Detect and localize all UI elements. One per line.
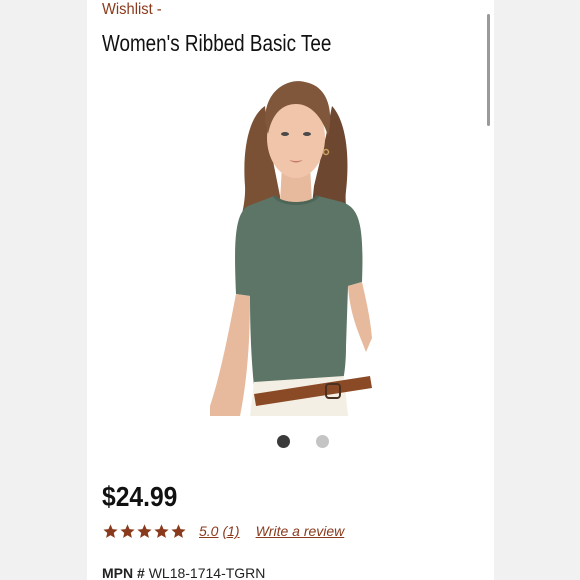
star-rating[interactable] [102, 523, 187, 540]
rating-value: 5.0 [199, 523, 219, 539]
carousel-dots [277, 435, 351, 449]
left-margin [0, 0, 87, 580]
rating-row: 5.0 (1) Write a review [102, 521, 344, 541]
star-icon [120, 523, 135, 538]
mpn-label: MPN # [102, 565, 145, 580]
write-review-link[interactable]: Write a review [256, 523, 345, 539]
star-icon [171, 523, 186, 538]
mpn-value: WL18-1714-TGRN [148, 565, 266, 580]
right-margin [494, 0, 580, 580]
review-count: (1) [222, 523, 240, 539]
product-title: Women's Ribbed Basic Tee [102, 30, 332, 56]
carousel-dot-1[interactable] [277, 435, 290, 448]
product-image[interactable] [210, 76, 378, 416]
product-price: $24.99 [102, 481, 178, 512]
star-icon [154, 523, 169, 538]
product-panel: Wishlist - Women's Ribbed Basic Tee $24.… [87, 0, 494, 580]
scrollbar[interactable] [487, 14, 490, 126]
star-icon [103, 523, 118, 538]
carousel-dot-2[interactable] [316, 435, 330, 448]
star-icon [137, 523, 152, 538]
breadcrumb-wishlist[interactable]: Wishlist - [102, 0, 162, 20]
rating-link[interactable]: 5.0 (1) [199, 523, 240, 539]
mpn-row: MPN # WL18-1714-TGRN [102, 564, 265, 580]
